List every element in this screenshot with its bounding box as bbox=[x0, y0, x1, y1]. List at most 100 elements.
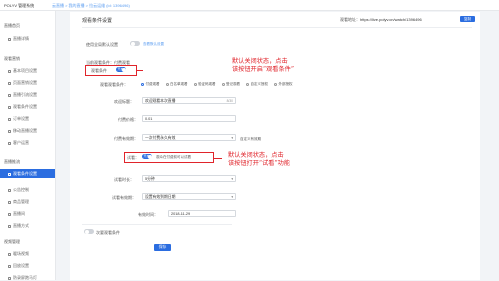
annotation-line: 默认关闭状态，点击 bbox=[228, 152, 284, 159]
sidebar-item-label: 直播间 bbox=[13, 211, 25, 216]
annotation-line: 该按钮开启“观看条件” bbox=[232, 66, 295, 73]
sidebar-item-watch-cond-active[interactable]: 观看条件设置 bbox=[8, 171, 37, 177]
sidebar-item-live-detail[interactable]: 直播详情 bbox=[8, 36, 29, 42]
sidebar-item-warmup[interactable]: 暖场视频 bbox=[8, 251, 29, 257]
price-value: 0.01 bbox=[145, 117, 153, 121]
divider bbox=[82, 224, 232, 225]
sidebar-item-label: 观看条件设置 bbox=[13, 104, 37, 109]
sidebar-item-label: 客户运营 bbox=[13, 140, 29, 145]
sidebar-item-customer[interactable]: 客户运营 bbox=[8, 140, 29, 146]
watch-link-value[interactable]: https://live.polyv.cn/watch/1396496 bbox=[360, 17, 422, 22]
brand-logo-text: POLYV 管理系统 bbox=[4, 3, 35, 8]
sidebar-item-notice[interactable]: 公告控制 bbox=[8, 187, 29, 193]
global-default-toggle[interactable] bbox=[130, 41, 140, 46]
sidebar-item-playback[interactable]: 回放设置 bbox=[8, 263, 29, 269]
welcome-label: 欢迎标题： bbox=[114, 99, 134, 104]
sidebar-item-label: 订单设置 bbox=[13, 116, 29, 121]
sidebar-item-room[interactable]: 直播间 bbox=[8, 211, 25, 217]
divider bbox=[82, 27, 472, 28]
radio-dot bbox=[141, 83, 144, 86]
annotation-line: 默认关闭状态，点击 bbox=[232, 58, 288, 65]
radio-label: 付费观看 bbox=[145, 82, 160, 86]
sidebar-item-label: 回放设置 bbox=[13, 263, 29, 268]
sidebar: 直播首页 直播详情 观看营销 基本项目设置 页面营销设置 直播引流设置 观看条件… bbox=[0, 11, 56, 280]
radio-label: 自定义授权 bbox=[250, 82, 269, 86]
welcome-value: 欢迎观看本次直播 bbox=[145, 99, 176, 103]
char-count: 8/30 bbox=[226, 99, 233, 103]
sidebar-item-label: 页面营销设置 bbox=[13, 80, 37, 85]
save-button[interactable]: 保存 bbox=[154, 244, 171, 251]
doc-icon bbox=[8, 276, 11, 280]
trial-validity-value: 设置有效到期日期 bbox=[145, 195, 176, 199]
doc-icon bbox=[8, 264, 11, 268]
radio-external[interactable]: 外部授权 bbox=[274, 82, 293, 87]
secondary-condition-label: 次要观看条件 bbox=[96, 230, 120, 235]
doc-icon bbox=[8, 252, 11, 256]
sidebar-item-label: 观看条件设置 bbox=[13, 171, 37, 176]
sidebar-item-goods[interactable]: 商品管理 bbox=[8, 199, 29, 205]
doc-icon bbox=[8, 37, 11, 41]
annotation-main-condition: 默认关闭状态，点击 该按钮开启“观看条件” bbox=[232, 58, 294, 74]
radio-custom[interactable]: 自定义授权 bbox=[246, 82, 268, 87]
radio-label: 登记观看 bbox=[226, 82, 240, 86]
radio-label: 验证码观看 bbox=[198, 82, 216, 86]
sidebar-item-mobile[interactable]: 移动直播设置 bbox=[8, 128, 37, 134]
radio-label: 白名单观看 bbox=[170, 82, 188, 86]
annotation-arrow bbox=[214, 158, 222, 159]
trial-validity-select[interactable]: 设置有效到期日期 ▾ bbox=[142, 193, 236, 200]
global-default-label: 使用全局默认设置 bbox=[86, 42, 118, 47]
sidebar-item-watch-cond[interactable]: 观看条件设置 bbox=[8, 104, 37, 110]
radio-code[interactable]: 验证码观看 bbox=[193, 82, 216, 87]
doc-icon bbox=[8, 200, 11, 204]
secondary-condition-toggle[interactable] bbox=[84, 229, 94, 234]
sidebar-item-traffic[interactable]: 直播引流设置 bbox=[8, 92, 37, 98]
validity-select[interactable]: 一次付费永久有效 ▾ bbox=[142, 134, 236, 141]
doc-icon bbox=[8, 172, 11, 176]
doc-icon bbox=[8, 117, 11, 121]
expire-value: 2018-11-29 bbox=[171, 212, 191, 216]
doc-icon bbox=[8, 105, 11, 109]
breadcrumb[interactable]: 云直播 > 我的直播 > 拉云运维 (id: 1396496) bbox=[52, 3, 130, 9]
price-input[interactable]: 0.01 bbox=[142, 115, 236, 122]
annotation-arrow bbox=[137, 70, 143, 71]
radio-paid[interactable]: 付费观看 bbox=[141, 82, 160, 87]
chevron-down-icon: ▾ bbox=[231, 177, 233, 181]
expire-label: 有效时间： bbox=[138, 212, 158, 217]
sidebar-item-mode[interactable]: 直播方式 bbox=[8, 223, 29, 229]
doc-icon bbox=[8, 69, 11, 73]
trial-duration-label: 试看时长： bbox=[114, 177, 134, 182]
radio-whitelist[interactable]: 白名单观看 bbox=[165, 82, 188, 87]
sidebar-section-marketing: 观看营销 bbox=[4, 56, 20, 61]
sidebar-item-label: 移动直播设置 bbox=[13, 128, 37, 133]
radio-label: 外部授权 bbox=[278, 82, 293, 86]
doc-icon bbox=[8, 81, 11, 85]
global-default-hint[interactable]: 查看默认设置 bbox=[143, 42, 164, 47]
sidebar-item-basic[interactable]: 基本项目设置 bbox=[8, 68, 37, 74]
sidebar-item-marquee[interactable]: 防录屏跑马灯 bbox=[8, 275, 37, 281]
radio-dot bbox=[246, 83, 249, 86]
sidebar-item-label: 商品管理 bbox=[13, 199, 29, 204]
trial-hint: 观众在付费前可以试看 bbox=[156, 155, 191, 159]
trial-duration-select[interactable]: 5分钟 ▾ bbox=[142, 175, 236, 182]
sidebar-item-label: 暖场视频 bbox=[13, 251, 29, 256]
radio-dot bbox=[193, 83, 197, 86]
annotation-trial: 默认关闭状态，点击 该按钮打开“试看”功能 bbox=[228, 152, 290, 168]
toggle-knob bbox=[121, 67, 126, 72]
sidebar-item-label: 基本项目设置 bbox=[13, 68, 37, 73]
main-condition-toggle[interactable]: 开启 bbox=[116, 67, 126, 72]
sidebar-section-video: 视频管理 bbox=[4, 239, 20, 244]
radio-register[interactable]: 登记观看 bbox=[221, 82, 240, 87]
price-label: 付费价格： bbox=[118, 117, 138, 122]
copy-button[interactable]: 复制 bbox=[460, 16, 475, 22]
doc-icon bbox=[8, 212, 11, 216]
sidebar-item-label: 公告控制 bbox=[13, 187, 29, 192]
trial-toggle[interactable]: 开启 bbox=[142, 154, 152, 159]
main-panel bbox=[70, 12, 480, 280]
trial-duration-value: 5分钟 bbox=[145, 177, 155, 181]
sidebar-item-page[interactable]: 页面营销设置 bbox=[8, 80, 37, 86]
expire-date-input[interactable]: 2018-11-29 bbox=[168, 210, 236, 217]
welcome-input[interactable]: 欢迎观看本次直播 8/30 bbox=[142, 97, 236, 104]
top-bar: POLYV 管理系统 云直播 > 我的直播 > 拉云运维 (id: 139649… bbox=[0, 0, 499, 11]
chevron-down-icon: ▾ bbox=[231, 136, 233, 140]
sidebar-item-order[interactable]: 订单设置 bbox=[8, 116, 29, 122]
